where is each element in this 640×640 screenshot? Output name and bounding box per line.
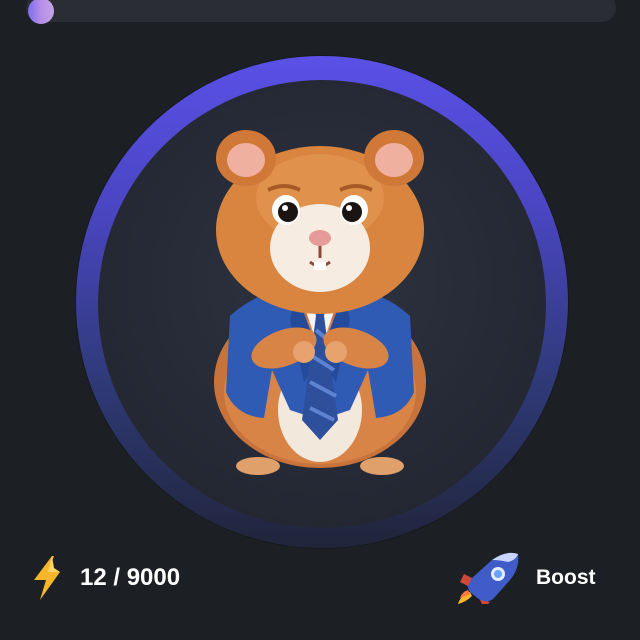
rocket-icon (458, 552, 519, 604)
level-progress-bar (26, 0, 616, 22)
boost-label: Boost (536, 566, 596, 589)
game-screen: 12 / 9000 Boost (0, 0, 640, 640)
hamster-character[interactable] (200, 120, 440, 480)
lightning-icon (34, 556, 60, 600)
boost-button[interactable]: Boost (458, 548, 614, 608)
energy-counter: 12 / 9000 (80, 564, 181, 591)
